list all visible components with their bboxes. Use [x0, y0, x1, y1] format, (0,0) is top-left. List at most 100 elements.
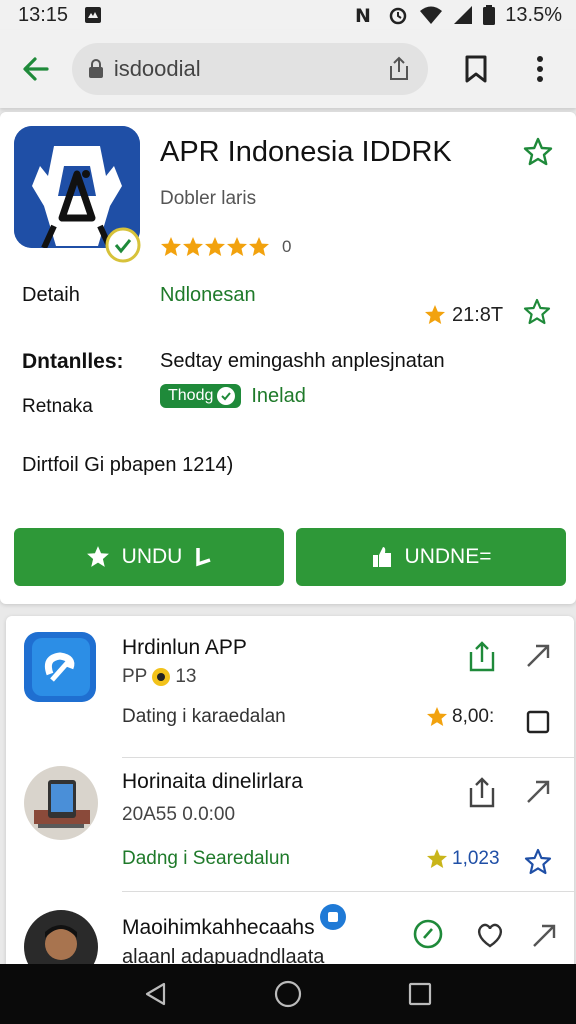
star-outline-icon — [524, 298, 551, 325]
detail-value[interactable]: Ndlonesan — [160, 284, 256, 307]
primary-button-label: UNDU — [121, 545, 183, 568]
open-external-button[interactable] — [464, 638, 500, 674]
bookmark-button[interactable] — [454, 47, 498, 91]
like-button[interactable] — [472, 916, 508, 952]
app-title: APR Indonesia IDDRK — [160, 136, 452, 168]
related-apps-list: Hrdinlun APP PP 13 Dating i karaedalan 8… — [6, 616, 574, 976]
share-arrow-button[interactable] — [520, 638, 556, 674]
back-button[interactable] — [14, 47, 58, 91]
footer-text: Dirtfoil Gi pbapen 1214) — [22, 454, 234, 476]
secondary-button-label: UNDNE= — [404, 545, 492, 568]
nav-back-button[interactable] — [136, 974, 176, 1014]
app-thumbnail — [24, 632, 96, 702]
cursor-icon — [196, 548, 211, 567]
check-icon — [217, 387, 236, 405]
alarm-icon — [387, 5, 409, 25]
score-value: 21:8T — [452, 303, 504, 326]
bookmark-icon — [465, 55, 487, 83]
list-item-subtitle: PP 13 — [122, 666, 197, 688]
list-item-title: Horinaita dinelirlara — [122, 770, 303, 793]
list-item-title: Maoihimkahhecaahs — [122, 916, 315, 939]
triangle-back-icon — [145, 982, 166, 1006]
list-item-score-value: 8,00: — [452, 706, 495, 727]
list-item-meta: Dadng i Searedalun — [122, 848, 290, 869]
nav-recents-button[interactable] — [400, 974, 440, 1014]
svg-text:N: N — [355, 5, 371, 25]
share-arrow-button[interactable] — [526, 918, 562, 954]
system-nav-bar — [0, 964, 576, 1024]
wifi-icon — [419, 5, 443, 25]
arrow-up-right-icon — [527, 780, 550, 803]
list-item-title: Hrdinlun APP — [122, 636, 247, 659]
chip-badge: Thodg — [160, 384, 242, 408]
description-value: Sedtay emingashh anplesjnatan — [160, 350, 445, 372]
list-item-score: 8,00: — [426, 706, 494, 728]
more-vert-icon — [537, 56, 544, 82]
nfc-icon: N — [355, 5, 377, 25]
star-icon — [427, 849, 447, 868]
verified-badge-icon — [104, 226, 142, 269]
nav-home-button[interactable] — [268, 974, 308, 1014]
retnaka-label: Retnaka — [22, 396, 93, 417]
rating-stars: 0 — [160, 236, 291, 258]
status-time: 13:15 — [18, 3, 69, 26]
lock-icon — [88, 59, 103, 78]
list-item-meta: Dating i karaedalan — [122, 706, 286, 727]
favorite-button[interactable] — [520, 844, 556, 880]
share-arrow-button[interactable] — [520, 774, 556, 810]
list-item-sub-prefix: PP — [122, 666, 148, 687]
app-detail-card: APR Indonesia IDDRK Dobler laris 0 Detai… — [0, 112, 576, 604]
arrow-left-icon — [23, 57, 49, 81]
install-chip[interactable]: Thodg Inelad — [160, 384, 306, 408]
chip-badge-text: Thodg — [168, 387, 214, 404]
description-label: Dntanlles: — [22, 350, 124, 373]
verified-button[interactable] — [410, 916, 446, 952]
notification-badge-icon — [320, 904, 346, 930]
list-item[interactable]: Hrdinlun APP PP 13 Dating i karaedalan 8… — [6, 616, 574, 758]
checkbox[interactable] — [520, 704, 556, 740]
score-row: 21:8T — [424, 298, 551, 332]
battery-percent: 13.5% — [505, 3, 562, 26]
notification-icon — [84, 6, 102, 24]
star-icon — [86, 546, 109, 567]
thumbs-up-icon — [372, 547, 391, 567]
star-icon — [427, 707, 447, 726]
upload-icon — [469, 777, 495, 808]
signal-icon — [453, 5, 473, 25]
open-external-button[interactable] — [464, 774, 500, 810]
list-item-score: 1,023 — [426, 848, 500, 870]
secondary-download-button[interactable]: UNDNE= — [296, 528, 566, 586]
primary-download-button[interactable]: UNDU — [14, 528, 284, 586]
status-bar: 13:15 N 13.5% — [0, 0, 576, 30]
check-circle-icon — [413, 919, 443, 949]
heart-icon — [477, 923, 503, 948]
favorite-button[interactable] — [522, 136, 554, 173]
circle-home-icon — [274, 980, 302, 1008]
arrow-up-right-icon — [527, 644, 550, 667]
list-item-subtitle: 20A55 0.0:00 — [122, 804, 236, 825]
more-menu-button[interactable] — [518, 47, 562, 91]
browser-toolbar: isdoodial — [0, 30, 576, 108]
chip-label: Inelad — [251, 384, 306, 407]
app-thumbnail — [24, 766, 98, 840]
checkbox-icon — [526, 710, 550, 734]
square-recents-icon — [408, 982, 432, 1006]
list-item-score-value: 1,023 — [452, 848, 500, 869]
detail-label: Detaih — [22, 284, 80, 306]
bookmark-outline-button[interactable] — [523, 298, 551, 332]
rating-count: 0 — [282, 237, 292, 256]
star-outline-icon — [523, 137, 553, 166]
star-outline-icon — [524, 848, 552, 875]
list-item[interactable]: Horinaita dinelirlara 20A55 0.0:00 Dadng… — [6, 750, 574, 892]
star-icon — [425, 305, 445, 324]
url-text: isdoodial — [113, 56, 201, 81]
arrow-up-right-icon — [533, 924, 556, 947]
share-icon[interactable] — [386, 56, 412, 82]
coin-icon — [152, 668, 171, 686]
five-stars-icon — [161, 237, 269, 256]
developer-name[interactable]: Dobler laris — [160, 188, 256, 210]
url-bar[interactable]: isdoodial — [71, 43, 429, 95]
battery-icon — [483, 5, 496, 25]
upload-icon — [469, 641, 495, 672]
list-item-sub-suffix: 13 — [175, 666, 197, 687]
